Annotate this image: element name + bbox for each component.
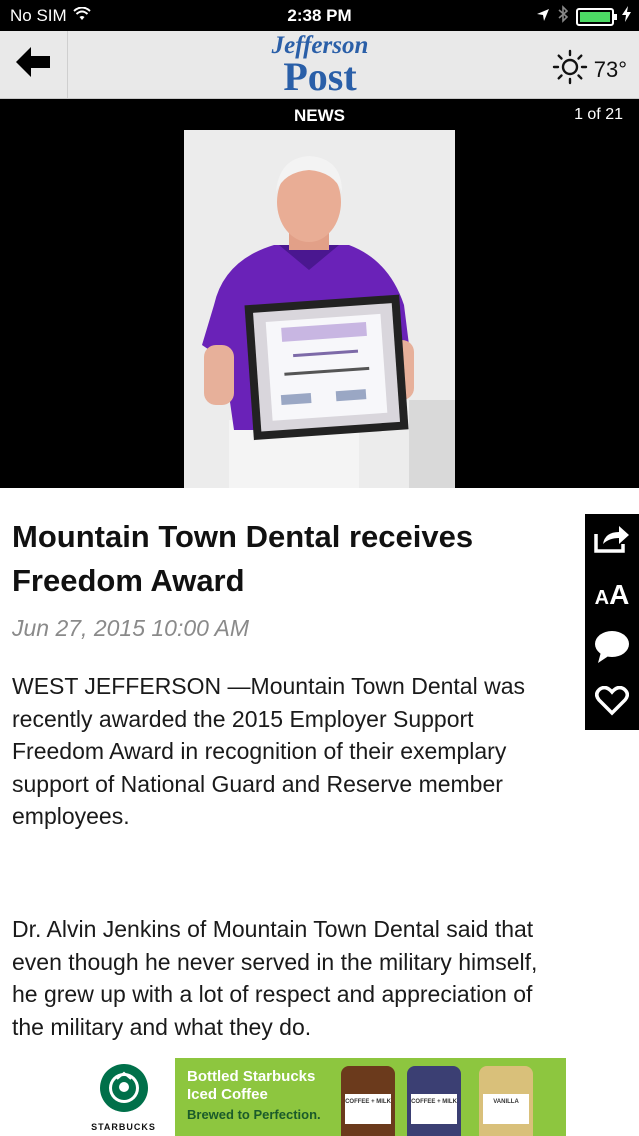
article-date: Jun 27, 2015 10:00 AM [12,615,249,641]
ad-brand: STARBUCKS [72,1058,175,1136]
font-size-large: A [609,579,630,610]
article-paragraph: Dr. Alvin Jenkins of Mountain Town Denta… [12,916,538,1040]
status-bar: No SIM 2:38 PM [0,0,639,31]
ad-headline-line-1: Bottled Starbucks [187,1068,316,1085]
starbucks-logo-icon [99,1063,149,1118]
app-header: Jefferson Post 73° [0,31,639,99]
ad-bottle-label: VANILLA [483,1094,529,1124]
article-headline: Mountain Town Dental receives Freedom Aw… [12,519,474,598]
sun-icon [552,49,588,91]
photo-gallery[interactable]: NEWS 1 of 21 [0,99,639,488]
logo-line-2: Post [283,54,357,99]
ad-creative: Bottled Starbucks Iced Coffee Brewed to … [175,1058,566,1136]
back-arrow-icon [15,47,52,82]
favorite-button[interactable] [585,676,639,730]
share-icon [593,524,631,559]
ad-bottle: COFFEE + MILK [407,1066,461,1136]
comment-icon [594,630,630,669]
ad-bottle-label: COFFEE + MILK [411,1094,457,1124]
battery-icon [576,7,617,26]
back-button[interactable] [0,31,68,98]
temperature: 73° [593,57,627,82]
article-paragraph: WEST JEFFERSON —Mountain Town Dental was… [12,673,525,829]
ad-bottle: COFFEE + MILK [341,1066,395,1136]
article-photo[interactable] [184,130,455,488]
ad-banner[interactable]: STARBUCKS Bottled Starbucks Iced Coffee … [72,1058,566,1136]
ad-headline: Bottled Starbucks Iced Coffee [187,1068,315,1104]
page-counter: 1 of 21 [574,106,623,123]
ad-bottle: VANILLA [479,1066,533,1136]
font-size-icon: AA [595,579,630,611]
app-logo[interactable]: Jefferson Post [250,33,390,99]
ad-tagline: Brewed to Perfection. [187,1107,321,1122]
article-toolbar: AA [585,514,639,730]
location-arrow-icon [536,7,550,27]
status-right [536,5,631,28]
ad-bottle-label: COFFEE + MILK [345,1094,391,1124]
font-size-small: A [594,587,610,609]
heart-icon [595,685,629,721]
weather-widget[interactable]: 73° [552,49,627,91]
ad-headline-line-2: Iced Coffee [187,1086,268,1103]
bluetooth-icon [558,5,569,28]
share-button[interactable] [585,514,639,568]
charging-icon [622,6,631,27]
comment-button[interactable] [585,622,639,676]
section-label: NEWS [294,106,345,125]
ad-brand-name: STARBUCKS [91,1121,156,1132]
font-size-button[interactable]: AA [585,568,639,622]
